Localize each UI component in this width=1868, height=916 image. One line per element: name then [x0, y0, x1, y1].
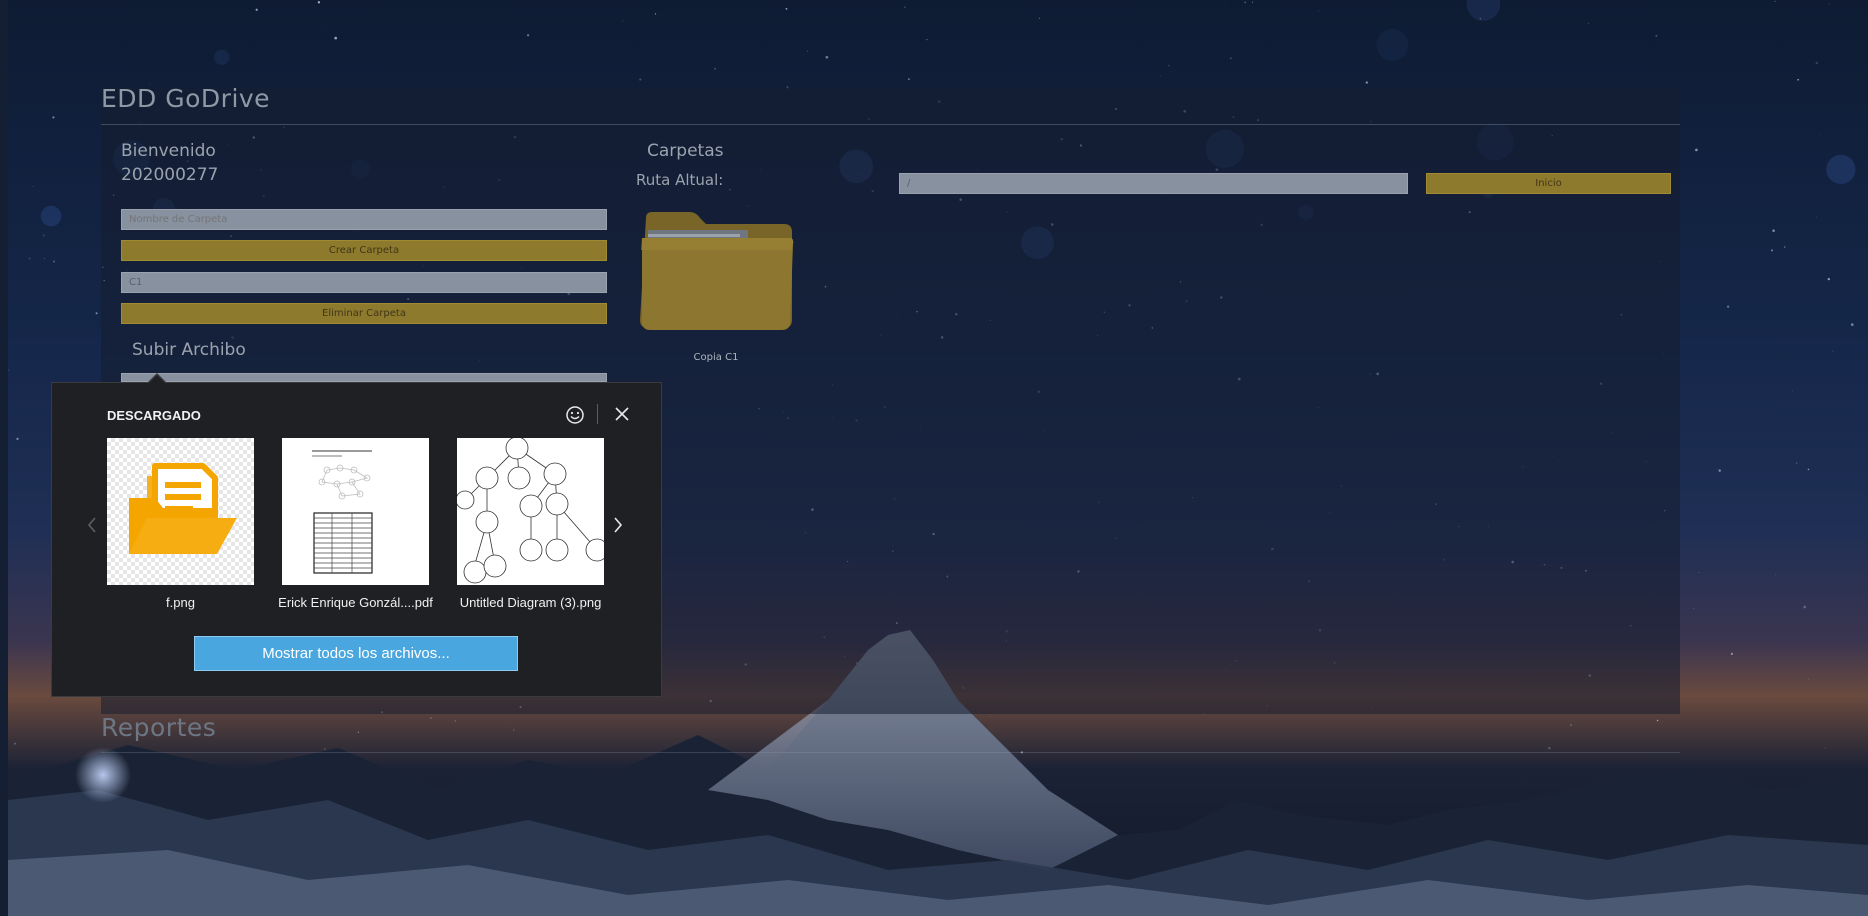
- delete-folder-button[interactable]: Eliminar Carpeta: [121, 303, 607, 324]
- chevron-left-icon[interactable]: [85, 515, 99, 535]
- downloads-header: DESCARGADO: [107, 408, 201, 423]
- header-separator: [597, 404, 598, 424]
- folder-icon: [640, 212, 794, 330]
- window-edge: [0, 0, 8, 916]
- folder-item-label: Copia C1: [693, 352, 739, 363]
- browser-viewport: EDD GoDrive Bienvenido 202000277 Crear C…: [0, 0, 1868, 916]
- download-name[interactable]: Untitled Diagram (3).png: [443, 595, 618, 610]
- folders-title: Carpetas: [647, 141, 724, 161]
- download-name[interactable]: f.png: [93, 595, 268, 610]
- close-icon[interactable]: [612, 404, 632, 424]
- path-label: Ruta Altual:: [636, 171, 724, 189]
- chevron-right-icon[interactable]: [611, 515, 625, 535]
- upload-file-input[interactable]: [121, 373, 607, 382]
- pdf-preview: [312, 450, 373, 574]
- download-name[interactable]: Erick Enrique Gonzál....pdf: [268, 595, 443, 610]
- welcome-label: Bienvenido: [121, 141, 216, 161]
- folder-name-input[interactable]: [121, 209, 607, 230]
- delete-folder-input[interactable]: [121, 272, 607, 293]
- download-thumbnail[interactable]: [282, 438, 429, 585]
- diagram-preview: [457, 438, 604, 584]
- popup-caret-inner: [149, 375, 165, 383]
- show-all-files-button[interactable]: Mostrar todos los archivos...: [194, 636, 518, 671]
- home-button[interactable]: Inicio: [1426, 173, 1671, 194]
- upload-title: Subir Archibo: [132, 340, 246, 360]
- app-title: EDD GoDrive: [101, 84, 271, 113]
- create-folder-button[interactable]: Crear Carpeta: [121, 240, 607, 261]
- reports-divider: [101, 752, 1680, 753]
- reports-title: Reportes: [101, 713, 217, 742]
- path-input[interactable]: [899, 173, 1408, 194]
- header-divider: [101, 124, 1680, 125]
- folder-files-icon: [129, 463, 237, 554]
- smiley-icon[interactable]: [564, 404, 586, 426]
- download-thumbnail[interactable]: [107, 438, 254, 585]
- folder-item[interactable]: Copia C1: [638, 210, 794, 370]
- download-thumbnail[interactable]: [457, 438, 604, 585]
- light-glow: [75, 747, 131, 803]
- user-id: 202000277: [121, 165, 219, 185]
